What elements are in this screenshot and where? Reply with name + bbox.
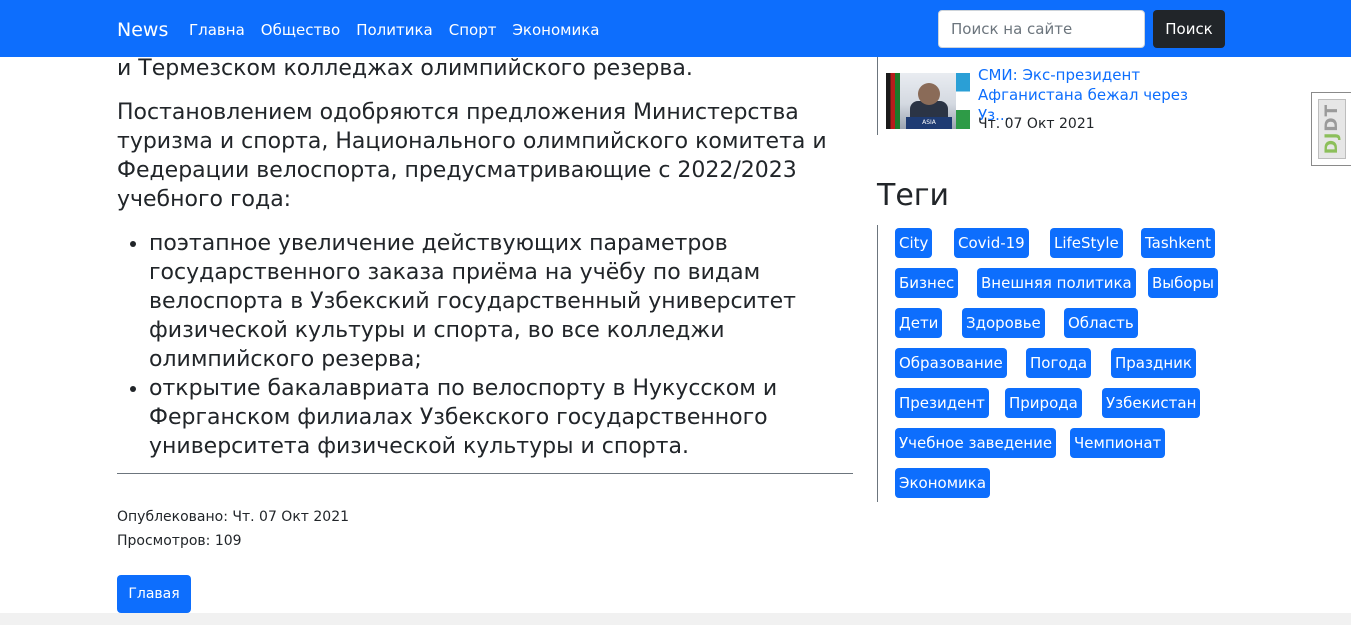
- nav-link-home[interactable]: Главна: [189, 19, 245, 41]
- tag-region[interactable]: Область: [1064, 308, 1138, 338]
- tag-tashkent[interactable]: Tashkent: [1141, 228, 1215, 258]
- view-count: Просмотров: 109: [117, 533, 242, 549]
- news-date: Чт. 07 Окт 2021: [978, 116, 1095, 132]
- tag-president[interactable]: Президент: [895, 388, 989, 418]
- tag-children[interactable]: Дети: [895, 308, 943, 338]
- nav-link-society[interactable]: Общество: [261, 19, 340, 41]
- tags-list: City Covid-19 LifeStyle Tashkent Бизнес …: [877, 225, 1218, 502]
- debug-toolbar-label: DJDT: [1322, 103, 1342, 155]
- article-bullet-list: поэтапное увеличение действующих парамет…: [117, 229, 853, 461]
- tag-uzbekistan[interactable]: Узбекистан: [1102, 388, 1201, 418]
- nav-link-politics[interactable]: Политика: [356, 19, 433, 41]
- article-body: и Термезском колледжах олимпийского резе…: [117, 54, 853, 461]
- tags-heading: Теги: [877, 178, 950, 213]
- tag-business[interactable]: Бизнес: [895, 268, 959, 298]
- article-paragraph-decree: Постановлением одобряются предложения Ми…: [117, 100, 827, 212]
- navbar: News Главна Общество Политика Спорт Экон…: [0, 0, 1351, 57]
- search-button[interactable]: Поиск: [1153, 10, 1225, 48]
- tag-education[interactable]: Образование: [895, 348, 1007, 378]
- article-divider: [117, 473, 853, 474]
- home-button[interactable]: Главая: [117, 575, 191, 613]
- thumbnail-podium: ASIA: [906, 117, 952, 129]
- tag-nature[interactable]: Природа: [1005, 388, 1082, 418]
- tag-weather[interactable]: Погода: [1026, 348, 1092, 378]
- nav-link-economy[interactable]: Экономика: [512, 19, 599, 41]
- tag-foreign-policy[interactable]: Внешняя политика: [977, 268, 1136, 298]
- tag-holiday[interactable]: Праздник: [1111, 348, 1196, 378]
- tag-educational-institution[interactable]: Учебное заведение: [895, 428, 1057, 458]
- tag-elections[interactable]: Выборы: [1148, 268, 1218, 298]
- article-paragraph-previous: и Термезском колледжах олимпийского резе…: [117, 56, 693, 81]
- article-meta: Опублековано: Чт. 07 Окт 2021 Просмотров…: [117, 505, 349, 553]
- article-bullet-item: открытие бакалавриата по велоспорту в Ну…: [149, 374, 853, 461]
- nav-link-sport[interactable]: Спорт: [449, 19, 497, 41]
- brand-link[interactable]: News: [117, 18, 168, 42]
- tag-health[interactable]: Здоровье: [962, 308, 1045, 338]
- page: News Главна Общество Политика Спорт Экон…: [0, 0, 1351, 613]
- debug-toolbar-handle[interactable]: DJDT: [1311, 92, 1351, 166]
- tag-economy[interactable]: Экономика: [895, 468, 991, 498]
- news-thumbnail[interactable]: ASIA: [886, 73, 970, 129]
- sidebar-news-card[interactable]: ASIA СМИ: Экс-президент Афганистана бежа…: [877, 57, 1218, 135]
- thumbnail-person-head: [918, 83, 940, 105]
- flag-left: [886, 73, 900, 129]
- tag-covid-19[interactable]: Covid-19: [954, 228, 1029, 258]
- article-bullet-item: поэтапное увеличение действующих парамет…: [149, 229, 853, 374]
- tag-lifestyle[interactable]: LifeStyle: [1050, 228, 1123, 258]
- debug-toolbar-logo[interactable]: DJDT: [1318, 99, 1346, 159]
- tag-city[interactable]: City: [895, 228, 933, 258]
- search-input[interactable]: [938, 10, 1145, 48]
- tag-championship[interactable]: Чемпионат: [1070, 428, 1166, 458]
- flag-right: [956, 73, 970, 129]
- published-date: Опублековано: Чт. 07 Окт 2021: [117, 509, 350, 525]
- nav-links: Главна Общество Политика Спорт Экономика: [189, 19, 599, 41]
